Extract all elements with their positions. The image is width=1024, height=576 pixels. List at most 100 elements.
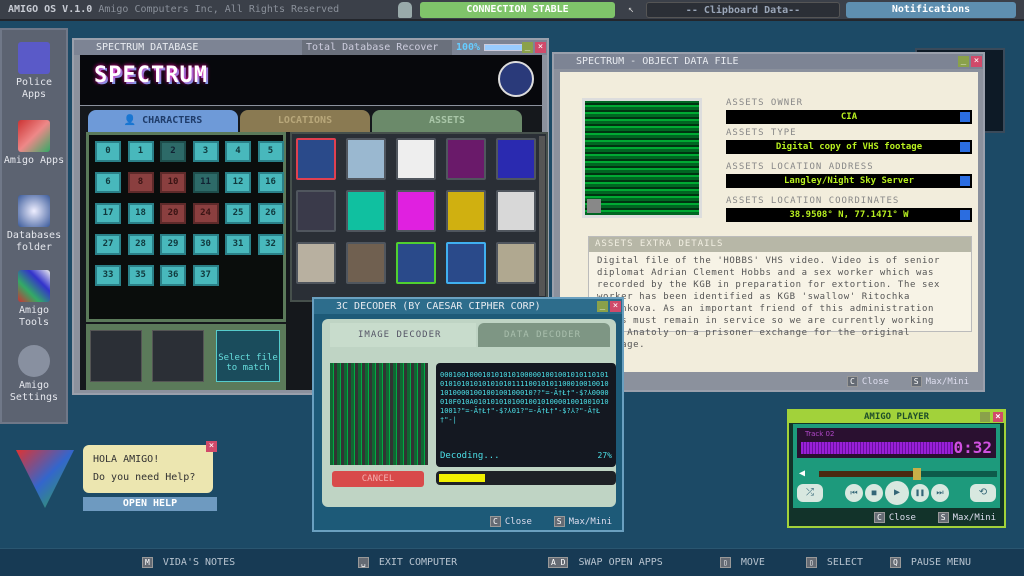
asset-thumbnail[interactable] bbox=[496, 138, 536, 180]
window-titlebar[interactable]: SPECTRUM DATABASE Total Database Recover… bbox=[74, 40, 547, 55]
character-folder[interactable]: 27 bbox=[95, 234, 121, 255]
window-titlebar[interactable]: 3C DECODER (BY CAESAR CIPHER CORP) _ × bbox=[314, 299, 622, 314]
zoom-icon[interactable] bbox=[587, 199, 601, 213]
export-icon[interactable] bbox=[960, 142, 970, 152]
character-folder[interactable]: 11 bbox=[192, 172, 219, 193]
asset-thumbnail[interactable] bbox=[346, 138, 386, 180]
sidebar-item-amigo-settings[interactable]: Amigo Settings bbox=[2, 345, 66, 404]
character-folder[interactable]: 4 bbox=[225, 141, 251, 162]
close-button[interactable]: × bbox=[535, 42, 546, 53]
character-folder[interactable]: 31 bbox=[225, 234, 251, 255]
character-folder[interactable]: 30 bbox=[192, 234, 219, 255]
field-label: ASSETS OWNER bbox=[726, 98, 804, 108]
sidebar-item-police-apps[interactable]: Police Apps bbox=[2, 42, 66, 101]
hotkey-label: VIDA'S NOTES bbox=[162, 557, 236, 568]
pause-button[interactable]: ❚❚ bbox=[911, 484, 929, 502]
close-button[interactable]: × bbox=[610, 301, 621, 312]
stop-button[interactable]: ■ bbox=[865, 484, 883, 502]
minimize-button[interactable]: _ bbox=[522, 42, 533, 53]
open-help-button[interactable]: OPEN HELP bbox=[83, 497, 217, 511]
asset-thumbnail[interactable] bbox=[446, 242, 486, 284]
asset-thumbnail[interactable] bbox=[296, 190, 336, 232]
tab-assets[interactable]: ASSETS bbox=[372, 110, 522, 132]
maxmini-action[interactable]: S Max/Mini bbox=[937, 512, 996, 523]
close-button[interactable]: × bbox=[971, 56, 982, 67]
character-folder[interactable]: 10 bbox=[160, 172, 186, 193]
character-folder[interactable]: 37 bbox=[192, 265, 219, 286]
tab-data-decoder[interactable]: DATA DECODER bbox=[478, 323, 610, 347]
character-folder[interactable]: 28 bbox=[127, 234, 154, 255]
tab-locations[interactable]: LOCATIONS bbox=[240, 110, 370, 132]
asset-thumbnail[interactable] bbox=[446, 190, 486, 232]
clipboard-data[interactable]: -- Clipboard Data-- bbox=[646, 2, 840, 18]
asset-thumbnail[interactable] bbox=[396, 190, 436, 232]
character-folder[interactable]: 20 bbox=[160, 203, 186, 224]
asset-thumbnail[interactable] bbox=[346, 190, 386, 232]
minimize-button[interactable] bbox=[980, 412, 990, 422]
hotkey-key: ␣ bbox=[358, 557, 369, 568]
character-folder[interactable]: 5 bbox=[257, 141, 284, 162]
sidebar-item-amigo-apps[interactable]: Amigo Apps bbox=[2, 120, 66, 167]
character-folder[interactable]: 8 bbox=[127, 172, 154, 193]
close-action[interactable]: C Close bbox=[489, 516, 532, 527]
cancel-button[interactable]: CANCEL bbox=[332, 471, 424, 487]
asset-thumbnail[interactable] bbox=[496, 242, 536, 284]
character-folder[interactable]: 33 bbox=[95, 265, 121, 286]
hotkey-key: Q bbox=[890, 557, 901, 568]
sidebar-item-amigo-tools[interactable]: Amigo Tools bbox=[2, 270, 66, 329]
character-folder[interactable]: 6 bbox=[95, 172, 121, 193]
character-folder[interactable]: 26 bbox=[257, 203, 284, 224]
export-icon[interactable] bbox=[960, 176, 970, 186]
character-folder[interactable]: 24 bbox=[192, 203, 219, 224]
character-folder[interactable]: 17 bbox=[95, 203, 121, 224]
asset-thumbnail[interactable] bbox=[296, 242, 336, 284]
amigo-player-window: AMIGO PLAYER × Track 02 0:32 ◀ ⤮ ⏮ ■ ▶ ❚… bbox=[787, 409, 1006, 528]
select-file-button[interactable]: Select file to match bbox=[216, 330, 280, 382]
character-folder[interactable]: 2 bbox=[160, 141, 186, 162]
close-button[interactable]: × bbox=[993, 412, 1003, 422]
character-folder[interactable]: 1 bbox=[127, 141, 154, 162]
hotkey-label: PAUSE MENU bbox=[910, 557, 972, 568]
notifications-button[interactable]: Notifications bbox=[846, 2, 1016, 18]
close-action[interactable]: C Close bbox=[873, 512, 916, 523]
character-folder[interactable]: 12 bbox=[225, 172, 251, 193]
character-folder[interactable]: 32 bbox=[257, 234, 284, 255]
asset-thumbnail[interactable] bbox=[296, 138, 336, 180]
match-slot-1[interactable] bbox=[90, 330, 142, 382]
export-icon[interactable] bbox=[960, 112, 970, 122]
close-action[interactable]: C Close bbox=[846, 376, 889, 387]
character-folder[interactable]: 16 bbox=[257, 172, 284, 193]
window-titlebar[interactable]: SPECTRUM - OBJECT DATA FILE _ × bbox=[554, 54, 983, 69]
asset-thumbnail[interactable] bbox=[346, 242, 386, 284]
amigo-mascot[interactable] bbox=[16, 450, 74, 508]
asset-thumbnail[interactable] bbox=[396, 242, 436, 284]
window-titlebar[interactable]: AMIGO PLAYER × bbox=[789, 411, 1004, 423]
play-button[interactable]: ▶ bbox=[885, 481, 909, 505]
character-folder[interactable]: 29 bbox=[160, 234, 186, 255]
minimize-button[interactable]: _ bbox=[958, 56, 969, 67]
export-icon[interactable] bbox=[960, 210, 970, 220]
repeat-button[interactable]: ⟲ bbox=[970, 484, 996, 502]
previous-button[interactable]: ⏮ bbox=[845, 484, 863, 502]
character-folder[interactable]: 36 bbox=[160, 265, 186, 286]
seek-slider[interactable] bbox=[819, 468, 997, 480]
character-folder[interactable]: 0 bbox=[95, 141, 121, 162]
maxmini-action[interactable]: S Max/Mini bbox=[553, 516, 612, 527]
tab-image-decoder[interactable]: IMAGE DECODER bbox=[330, 323, 476, 347]
minimize-button[interactable]: _ bbox=[597, 301, 608, 312]
asset-thumbnail[interactable] bbox=[396, 138, 436, 180]
match-slot-2[interactable] bbox=[152, 330, 204, 382]
close-help-button[interactable]: × bbox=[206, 441, 217, 452]
shuffle-button[interactable]: ⤮ bbox=[797, 484, 823, 502]
character-folder[interactable]: 35 bbox=[127, 265, 154, 286]
asset-thumbnail[interactable] bbox=[496, 190, 536, 232]
maxmini-action[interactable]: S Max/Mini bbox=[910, 376, 969, 387]
asset-thumbnail[interactable] bbox=[446, 138, 486, 180]
character-folder[interactable]: 18 bbox=[127, 203, 154, 224]
character-folder[interactable]: 25 bbox=[225, 203, 251, 224]
next-button[interactable]: ⏭ bbox=[931, 484, 949, 502]
scrollbar[interactable] bbox=[539, 136, 545, 296]
tab-characters[interactable]: 👤 CHARACTERS bbox=[88, 110, 238, 132]
sidebar-item-databases[interactable]: Databases folder bbox=[2, 195, 66, 254]
character-folder[interactable]: 3 bbox=[192, 141, 219, 162]
